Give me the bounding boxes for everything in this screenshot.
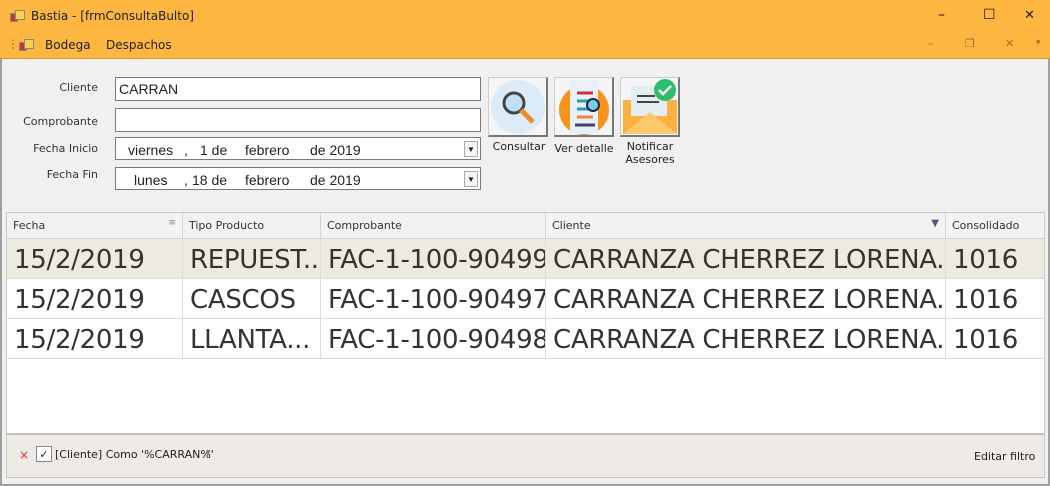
cell-consolidado[interactable]: 1016 [946,319,1044,359]
menu-despachos[interactable]: Despachos [106,38,172,52]
cell-comprobante[interactable]: FAC-1-100-90497 [321,279,546,319]
results-grid: Fecha ≡ Tipo Producto Comprobante Cliente… [6,212,1045,434]
document-detail-icon [559,80,609,135]
column-header-fecha[interactable]: Fecha ≡ [7,213,183,239]
grip-icon: ⋮ [7,37,19,51]
envelope-check-icon [623,79,677,134]
mdi-close-button[interactable]: ✕ [1005,37,1014,50]
fecha-fin-picker[interactable]: lunes , 18 de febrero de 2019 ▼ [115,167,481,190]
menu-bodega[interactable]: Bodega [45,38,91,52]
cell-comprobante[interactable]: FAC-1-100-90498 [321,319,546,359]
month: febrero [245,172,290,188]
filter-text[interactable]: [Cliente] Como '%CARRAN%' [55,448,214,461]
day: 18 de [192,172,228,188]
filter-dropdown-icon[interactable]: ▾ [206,448,211,458]
notificar-label-1: Notificar [626,140,674,153]
cliente-input[interactable]: CARRAN [115,77,481,101]
column-header-tipo-producto[interactable]: Tipo Producto [183,213,321,239]
weekday: viernes [128,142,174,158]
month: febrero [245,142,290,158]
cell-cliente[interactable]: CARRANZA CHERREZ LORENA... [546,239,946,279]
fecha-inicio-picker[interactable]: viernes , 1 de febrero de 2019 ▼ [115,137,481,160]
table-row[interactable]: 15/2/2019 REPUEST... FAC-1-100-90499 CARRAN… [7,239,1044,279]
magnifier-icon [491,80,545,134]
mdi-minimize-button[interactable]: – [928,37,934,50]
minimize-button[interactable]: – [938,7,945,23]
comma: , [184,142,188,158]
menu-bar: ⋮ Bodega Despachos – ❐ ✕ ▾ [0,33,1050,59]
comprobante-label: Comprobante [23,115,98,128]
column-header-comprobante[interactable]: Comprobante [321,213,546,239]
cell-fecha[interactable]: 15/2/2019 [7,239,183,279]
cell-comprobante[interactable]: FAC-1-100-90499 [321,239,546,279]
mdi-restore-button[interactable]: ❐ [965,37,975,50]
app-icon [10,10,25,22]
notificar-label-2: Asesores [625,153,675,166]
table-row[interactable]: 15/2/2019 CASCOS FAC-1-100-90497 CARRANZA C… [7,279,1044,319]
cell-consolidado[interactable]: 1016 [946,239,1044,279]
cell-cliente[interactable]: CARRANZA CHERREZ LORENA... [546,279,946,319]
ver-detalle-button[interactable] [554,77,614,137]
header-label: Fecha [13,219,46,232]
sort-icon: ≡ [168,218,176,228]
cell-tipo-producto[interactable]: LLANTA... [183,319,321,359]
comma: , [184,172,188,188]
cliente-label: Cliente [59,81,98,94]
cell-tipo-producto[interactable]: CASCOS [183,279,321,319]
fecha-inicio-label: Fecha Inicio [33,142,98,155]
consultar-button[interactable] [488,77,548,137]
notificar-asesores-button[interactable] [620,77,680,137]
dropdown-arrow-icon[interactable]: ▼ [464,171,478,187]
cell-fecha[interactable]: 15/2/2019 [7,279,183,319]
fecha-fin-label: Fecha Fin [46,168,98,181]
cell-tipo-producto[interactable]: REPUEST... [183,239,321,279]
filter-icon[interactable]: ▼ [931,218,939,229]
year: de 2019 [310,142,361,158]
cell-cliente[interactable]: CARRANZA CHERREZ LORENA... [546,319,946,359]
window-title: Bastia - [frmConsultaBulto] [31,9,194,23]
title-bar: Bastia - [frmConsultaBulto] – ☐ ✕ [0,0,1050,33]
overflow-icon[interactable]: ▾ [1036,38,1041,48]
cell-fecha[interactable]: 15/2/2019 [7,319,183,359]
filter-panel: × ✓ [Cliente] Como '%CARRAN%' ▾ Editar f… [6,434,1045,478]
day: 1 de [200,142,228,158]
dropdown-arrow-icon[interactable]: ▼ [464,141,478,157]
edit-filter-link[interactable]: Editar filtro [974,450,1035,463]
mdi-icon [19,39,34,51]
maximize-button[interactable]: ☐ [983,7,996,23]
weekday: lunes [134,172,168,188]
close-button[interactable]: ✕ [1024,8,1035,23]
header-label: Cliente [552,219,591,232]
column-header-consolidado[interactable]: Consolidado [946,213,1044,239]
year: de 2019 [310,172,361,188]
table-row[interactable]: 15/2/2019 LLANTA... FAC-1-100-90498 CARRANZ… [7,319,1044,359]
filter-enabled-checkbox[interactable]: ✓ [36,446,52,462]
clear-filter-icon[interactable]: × [19,448,29,462]
cell-consolidado[interactable]: 1016 [946,279,1044,319]
comprobante-input[interactable] [115,108,481,132]
column-header-cliente[interactable]: Cliente ▼ [546,213,946,239]
